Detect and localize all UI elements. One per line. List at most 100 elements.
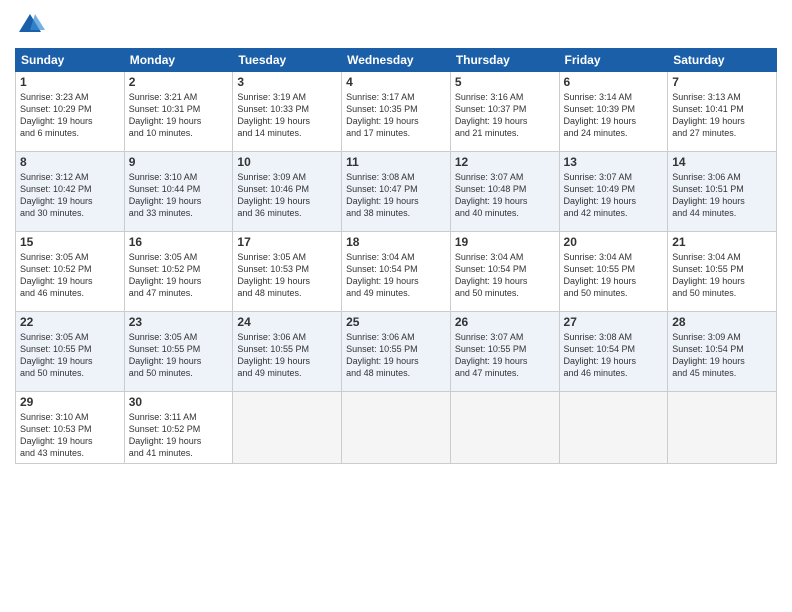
day-cell bbox=[668, 392, 777, 464]
day-number: 17 bbox=[237, 235, 337, 249]
logo bbox=[15, 10, 49, 40]
logo-icon bbox=[15, 10, 45, 40]
day-number: 1 bbox=[20, 75, 120, 89]
day-number: 6 bbox=[564, 75, 664, 89]
day-info: Sunrise: 3:04 AMSunset: 10:54 PMDaylight… bbox=[455, 251, 555, 300]
day-cell: 21Sunrise: 3:04 AMSunset: 10:55 PMDaylig… bbox=[668, 232, 777, 312]
header-sunday: Sunday bbox=[16, 49, 125, 72]
day-number: 20 bbox=[564, 235, 664, 249]
day-info: Sunrise: 3:17 AMSunset: 10:35 PMDaylight… bbox=[346, 91, 446, 140]
day-info: Sunrise: 3:07 AMSunset: 10:48 PMDaylight… bbox=[455, 171, 555, 220]
header-thursday: Thursday bbox=[450, 49, 559, 72]
day-cell: 8 Sunrise: 3:12 AMSunset: 10:42 PMDayligh… bbox=[16, 152, 125, 232]
day-number: 21 bbox=[672, 235, 772, 249]
day-info: Sunrise: 3:07 AMSunset: 10:55 PMDaylight… bbox=[455, 331, 555, 380]
week-row-4: 22 Sunrise: 3:05 AMSunset: 10:55 PMDaylig… bbox=[16, 312, 777, 392]
day-cell: 20 Sunrise: 3:04 AMSunset: 10:55 PMDaylig… bbox=[559, 232, 668, 312]
header-wednesday: Wednesday bbox=[342, 49, 451, 72]
week-row-1: 1 Sunrise: 3:23 AMSunset: 10:29 PMDayligh… bbox=[16, 72, 777, 152]
day-cell: 19 Sunrise: 3:04 AMSunset: 10:54 PMDaylig… bbox=[450, 232, 559, 312]
day-info: Sunrise: 3:05 AMSunset: 10:55 PMDaylight… bbox=[129, 331, 229, 380]
week-row-2: 8 Sunrise: 3:12 AMSunset: 10:42 PMDayligh… bbox=[16, 152, 777, 232]
day-number: 4 bbox=[346, 75, 446, 89]
day-info: Sunrise: 3:06 AMSunset: 10:55 PMDaylight… bbox=[237, 331, 337, 380]
day-info: Sunrise: 3:06 AMSunset: 10:55 PMDaylight… bbox=[346, 331, 446, 380]
day-cell: 18Sunrise: 3:04 AMSunset: 10:54 PMDaylig… bbox=[342, 232, 451, 312]
day-cell: 11 Sunrise: 3:08 AMSunset: 10:47 PMDaylig… bbox=[342, 152, 451, 232]
day-number: 9 bbox=[129, 155, 229, 169]
day-info: Sunrise: 3:06 AMSunset: 10:51 PMDaylight… bbox=[672, 171, 772, 220]
page: SundayMondayTuesdayWednesdayThursdayFrid… bbox=[0, 0, 792, 612]
day-info: Sunrise: 3:05 AMSunset: 10:52 PMDaylight… bbox=[20, 251, 120, 300]
header-friday: Friday bbox=[559, 49, 668, 72]
day-cell: 16 Sunrise: 3:05 AMSunset: 10:52 PMDaylig… bbox=[124, 232, 233, 312]
day-number: 28 bbox=[672, 315, 772, 329]
header bbox=[15, 10, 777, 40]
day-cell: 1 Sunrise: 3:23 AMSunset: 10:29 PMDayligh… bbox=[16, 72, 125, 152]
day-number: 22 bbox=[20, 315, 120, 329]
day-cell: 28 Sunrise: 3:09 AMSunset: 10:54 PMDaylig… bbox=[668, 312, 777, 392]
day-info: Sunrise: 3:07 AMSunset: 10:49 PMDaylight… bbox=[564, 171, 664, 220]
header-row: SundayMondayTuesdayWednesdayThursdayFrid… bbox=[16, 49, 777, 72]
day-number: 10 bbox=[237, 155, 337, 169]
day-number: 2 bbox=[129, 75, 229, 89]
day-info: Sunrise: 3:05 AMSunset: 10:52 PMDaylight… bbox=[129, 251, 229, 300]
day-cell: 27Sunrise: 3:08 AMSunset: 10:54 PMDaylig… bbox=[559, 312, 668, 392]
header-monday: Monday bbox=[124, 49, 233, 72]
day-cell bbox=[342, 392, 451, 464]
day-info: Sunrise: 3:21 AMSunset: 10:31 PMDaylight… bbox=[129, 91, 229, 140]
day-cell: 6 Sunrise: 3:14 AMSunset: 10:39 PMDayligh… bbox=[559, 72, 668, 152]
day-info: Sunrise: 3:09 AMSunset: 10:54 PMDaylight… bbox=[672, 331, 772, 380]
day-cell: 10Sunrise: 3:09 AMSunset: 10:46 PMDaylig… bbox=[233, 152, 342, 232]
day-cell: 13 Sunrise: 3:07 AMSunset: 10:49 PMDaylig… bbox=[559, 152, 668, 232]
day-cell: 4 Sunrise: 3:17 AMSunset: 10:35 PMDayligh… bbox=[342, 72, 451, 152]
day-number: 14 bbox=[672, 155, 772, 169]
day-cell bbox=[233, 392, 342, 464]
header-tuesday: Tuesday bbox=[233, 49, 342, 72]
week-row-5: 29 Sunrise: 3:10 AMSunset: 10:53 PMDaylig… bbox=[16, 392, 777, 464]
day-number: 26 bbox=[455, 315, 555, 329]
day-cell: 3 Sunrise: 3:19 AMSunset: 10:33 PMDayligh… bbox=[233, 72, 342, 152]
day-cell: 5 Sunrise: 3:16 AMSunset: 10:37 PMDayligh… bbox=[450, 72, 559, 152]
day-info: Sunrise: 3:19 AMSunset: 10:33 PMDaylight… bbox=[237, 91, 337, 140]
day-number: 12 bbox=[455, 155, 555, 169]
day-cell: 29 Sunrise: 3:10 AMSunset: 10:53 PMDaylig… bbox=[16, 392, 125, 464]
day-cell: 26 Sunrise: 3:07 AMSunset: 10:55 PMDaylig… bbox=[450, 312, 559, 392]
day-info: Sunrise: 3:05 AMSunset: 10:55 PMDaylight… bbox=[20, 331, 120, 380]
day-number: 8 bbox=[20, 155, 120, 169]
day-info: Sunrise: 3:13 AMSunset: 10:41 PMDaylight… bbox=[672, 91, 772, 140]
day-cell: 24Sunrise: 3:06 AMSunset: 10:55 PMDaylig… bbox=[233, 312, 342, 392]
day-cell: 9Sunrise: 3:10 AMSunset: 10:44 PMDayligh… bbox=[124, 152, 233, 232]
day-cell: 12 Sunrise: 3:07 AMSunset: 10:48 PMDaylig… bbox=[450, 152, 559, 232]
day-number: 13 bbox=[564, 155, 664, 169]
day-info: Sunrise: 3:14 AMSunset: 10:39 PMDaylight… bbox=[564, 91, 664, 140]
day-cell bbox=[559, 392, 668, 464]
day-number: 5 bbox=[455, 75, 555, 89]
day-number: 7 bbox=[672, 75, 772, 89]
day-cell bbox=[450, 392, 559, 464]
day-info: Sunrise: 3:10 AMSunset: 10:53 PMDaylight… bbox=[20, 411, 120, 460]
week-row-3: 15 Sunrise: 3:05 AMSunset: 10:52 PMDaylig… bbox=[16, 232, 777, 312]
day-number: 3 bbox=[237, 75, 337, 89]
day-number: 29 bbox=[20, 395, 120, 409]
day-number: 23 bbox=[129, 315, 229, 329]
day-info: Sunrise: 3:11 AMSunset: 10:52 PMDaylight… bbox=[129, 411, 229, 460]
day-info: Sunrise: 3:04 AMSunset: 10:55 PMDaylight… bbox=[564, 251, 664, 300]
day-cell: 23 Sunrise: 3:05 AMSunset: 10:55 PMDaylig… bbox=[124, 312, 233, 392]
day-cell: 22 Sunrise: 3:05 AMSunset: 10:55 PMDaylig… bbox=[16, 312, 125, 392]
day-info: Sunrise: 3:23 AMSunset: 10:29 PMDaylight… bbox=[20, 91, 120, 140]
day-number: 15 bbox=[20, 235, 120, 249]
day-number: 19 bbox=[455, 235, 555, 249]
day-cell: 17Sunrise: 3:05 AMSunset: 10:53 PMDaylig… bbox=[233, 232, 342, 312]
day-info: Sunrise: 3:12 AMSunset: 10:42 PMDaylight… bbox=[20, 171, 120, 220]
day-cell: 2 Sunrise: 3:21 AMSunset: 10:31 PMDayligh… bbox=[124, 72, 233, 152]
day-cell: 25Sunrise: 3:06 AMSunset: 10:55 PMDaylig… bbox=[342, 312, 451, 392]
day-info: Sunrise: 3:16 AMSunset: 10:37 PMDaylight… bbox=[455, 91, 555, 140]
day-cell: 15 Sunrise: 3:05 AMSunset: 10:52 PMDaylig… bbox=[16, 232, 125, 312]
day-number: 11 bbox=[346, 155, 446, 169]
header-saturday: Saturday bbox=[668, 49, 777, 72]
day-number: 16 bbox=[129, 235, 229, 249]
calendar-table: SundayMondayTuesdayWednesdayThursdayFrid… bbox=[15, 48, 777, 464]
day-info: Sunrise: 3:08 AMSunset: 10:54 PMDaylight… bbox=[564, 331, 664, 380]
day-info: Sunrise: 3:08 AMSunset: 10:47 PMDaylight… bbox=[346, 171, 446, 220]
